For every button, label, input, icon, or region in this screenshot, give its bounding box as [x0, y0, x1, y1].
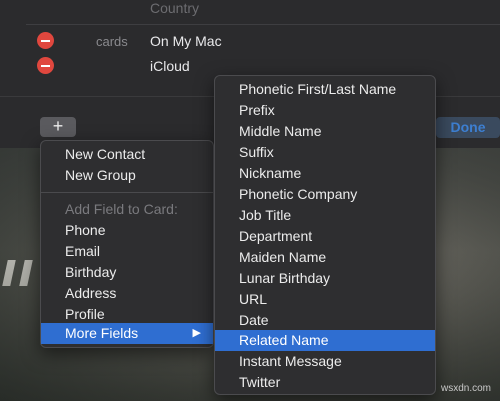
submenu-item[interactable]: Phonetic Company — [215, 184, 435, 205]
add-field-menu: New Contact New Group Add Field to Card:… — [40, 140, 214, 348]
done-button[interactable]: Done — [436, 117, 500, 138]
submenu-item[interactable]: Instant Message — [215, 351, 435, 372]
submenu-item[interactable]: Middle Name — [215, 121, 435, 142]
row-label-cards: cards — [96, 34, 128, 49]
submenu-item[interactable]: Maiden Name — [215, 247, 435, 268]
menu-item-profile[interactable]: Profile — [41, 304, 213, 325]
remove-minus-icon[interactable] — [37, 32, 54, 49]
menu-section-header: Add Field to Card: — [65, 201, 178, 217]
menu-item-more-fields[interactable]: More Fields ▶ — [41, 323, 213, 344]
submenu-item-selected[interactable]: Related Name — [215, 330, 435, 351]
submenu-item[interactable]: Lunar Birthday — [215, 268, 435, 289]
row-value-icloud[interactable]: iCloud — [150, 58, 190, 74]
menu-item-phone[interactable]: Phone — [41, 220, 213, 241]
menu-item-new-contact[interactable]: New Contact — [41, 144, 213, 165]
submenu-item[interactable]: Suffix — [215, 142, 435, 163]
more-fields-submenu: Phonetic First/Last Name Prefix Middle N… — [214, 75, 436, 395]
submenu-item[interactable]: Twitter — [215, 372, 435, 393]
submenu-arrow-icon: ▶ — [192, 327, 201, 339]
submenu-item[interactable]: Job Title — [215, 205, 435, 226]
menu-item-address[interactable]: Address — [41, 283, 213, 304]
more-fields-label: More Fields — [65, 325, 139, 341]
menu-item-birthday[interactable]: Birthday — [41, 262, 213, 283]
submenu-item[interactable]: URL — [215, 289, 435, 310]
submenu-item[interactable]: Nickname — [215, 163, 435, 184]
watermark-text: wsxdn.com — [441, 383, 492, 394]
add-field-button[interactable]: + — [40, 117, 76, 137]
divider — [26, 24, 500, 25]
country-field-label: Country — [150, 0, 200, 16]
menu-item-new-group[interactable]: New Group — [41, 165, 213, 186]
remove-minus-icon[interactable] — [37, 57, 54, 74]
row-value-on-my-mac[interactable]: On My Mac — [150, 33, 222, 49]
submenu-item[interactable]: Department — [215, 226, 435, 247]
menu-separator — [41, 192, 213, 193]
submenu-item[interactable]: Phonetic First/Last Name — [215, 79, 435, 100]
submenu-item[interactable]: Date — [215, 310, 435, 331]
submenu-item[interactable]: Prefix — [215, 100, 435, 121]
menu-item-email[interactable]: Email — [41, 241, 213, 262]
